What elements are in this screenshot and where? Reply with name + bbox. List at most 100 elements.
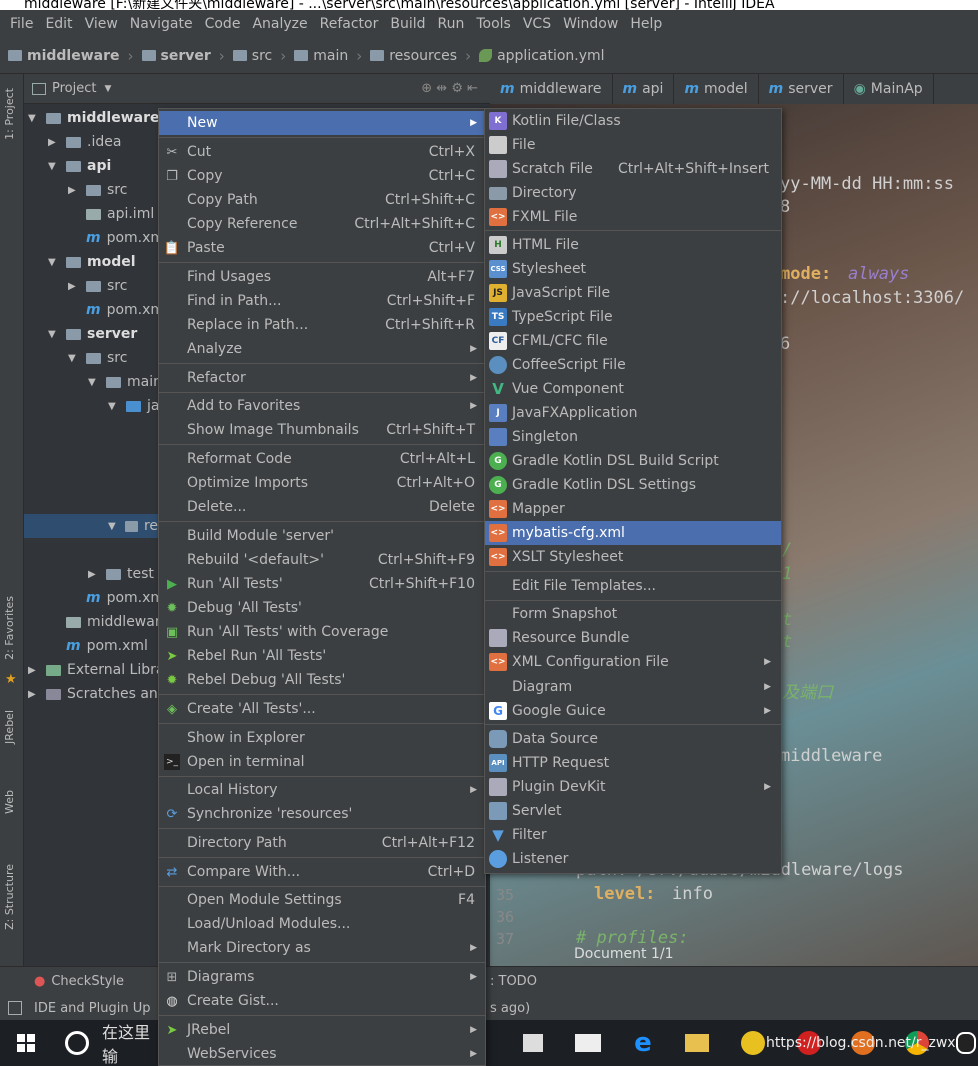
new-cfml-file[interactable]: CF CFML/CFC file: [485, 329, 781, 353]
menu-item-analyze[interactable]: Analyze ▶: [159, 337, 485, 361]
project-title[interactable]: Project: [52, 81, 96, 96]
breadcrumb-middleware[interactable]: middleware: [8, 48, 120, 64]
menu-item-optimize-imports[interactable]: Optimize Imports Ctrl+Alt+O: [159, 471, 485, 495]
status-toggle-icon[interactable]: [8, 1001, 22, 1015]
menu-item-diagrams[interactable]: ⊞ Diagrams ▶: [159, 965, 485, 989]
menu-item-run-all-tests[interactable]: ▶ Run 'All Tests' Ctrl+Shift+F10: [159, 572, 485, 596]
new-http-request[interactable]: API HTTP Request: [485, 751, 781, 775]
menu-item-create-all-tests[interactable]: ◈ Create 'All Tests'...: [159, 697, 485, 721]
menu-item-show-image-thumbnails[interactable]: Show Image Thumbnails Ctrl+Shift+T: [159, 418, 485, 442]
cortana-icon[interactable]: [62, 1020, 92, 1066]
new-fxml-file[interactable]: <> FXML File: [485, 205, 781, 229]
menu-item-jrebel[interactable]: ➤ JRebel ▶: [159, 1018, 485, 1042]
tree-node-selected[interactable]: ▼ re: [24, 514, 158, 538]
edge-icon[interactable]: e: [626, 1020, 660, 1066]
new-listener[interactable]: Listener: [485, 847, 781, 871]
tree-node[interactable]: ▼ main: [88, 370, 162, 394]
menu-item-local-history[interactable]: Local History ▶: [159, 778, 485, 802]
menu-item-copy[interactable]: ❐ Copy Ctrl+C: [159, 164, 485, 188]
tree-node[interactable]: m pom.xml: [82, 226, 168, 250]
menu-item-copy-path[interactable]: Copy Path Ctrl+Shift+C: [159, 188, 485, 212]
breadcrumb-src[interactable]: src: [232, 48, 272, 64]
breadcrumb-main[interactable]: main: [294, 48, 348, 64]
menu-edit[interactable]: Edit: [39, 16, 78, 32]
new-data-source[interactable]: Data Source: [485, 727, 781, 751]
tab-favorites-tool[interactable]: 2: Favorites: [3, 596, 16, 660]
menu-item-synchronize[interactable]: ⟳ Synchronize 'resources': [159, 802, 485, 826]
tree-node[interactable]: ▶ Scratches and: [28, 682, 167, 706]
tree-node[interactable]: ▼ middleware: [28, 106, 160, 130]
new-gradle-kotlin-settings[interactable]: G Gradle Kotlin DSL Settings: [485, 473, 781, 497]
tree-node[interactable]: ▶ src: [68, 274, 127, 298]
menu-help[interactable]: Help: [624, 16, 668, 32]
tab-jrebel-tool[interactable]: JRebel: [3, 710, 16, 744]
menu-item-cut[interactable]: ✂ Cut Ctrl+X: [159, 140, 485, 164]
menu-item-open-module-settings[interactable]: Open Module Settings F4: [159, 888, 485, 912]
tree-node[interactable]: ▼ api: [48, 154, 111, 178]
tree-node[interactable]: ▼ src: [68, 346, 127, 370]
tree-node[interactable]: ▶ test: [88, 562, 154, 586]
menu-item-paste[interactable]: 📋 Paste Ctrl+V: [159, 236, 485, 260]
breadcrumb-application-yml[interactable]: application.yml: [479, 48, 605, 64]
tree-node[interactable]: m pom.xml: [62, 634, 148, 658]
tree-node[interactable]: m pom.xml: [82, 298, 168, 322]
new-vue-component[interactable]: V Vue Component: [485, 377, 781, 401]
taskbar-search-text[interactable]: 在这里输: [102, 1020, 160, 1066]
app-icon[interactable]: [736, 1020, 770, 1066]
menu-item-build-module[interactable]: Build Module 'server': [159, 524, 485, 548]
tab-web-tool[interactable]: Web: [3, 790, 16, 814]
menu-item-create-gist[interactable]: ◍ Create Gist...: [159, 989, 485, 1013]
editor-tab[interactable]: m api: [613, 74, 675, 104]
new-html-file[interactable]: H HTML File: [485, 233, 781, 257]
new-form-snapshot[interactable]: Form Snapshot: [485, 602, 781, 626]
new-javascript-file[interactable]: JS JavaScript File: [485, 281, 781, 305]
menu-item-compare-with[interactable]: ⇄ Compare With... Ctrl+D: [159, 860, 485, 884]
menu-item-run-with-coverage[interactable]: ▣ Run 'All Tests' with Coverage: [159, 620, 485, 644]
new-filter[interactable]: ▼ Filter: [485, 823, 781, 847]
tree-node[interactable]: ▼ model: [48, 250, 136, 274]
breadcrumb-resources[interactable]: resources: [370, 48, 457, 64]
menu-item-rebuild[interactable]: Rebuild '<default>' Ctrl+Shift+F9: [159, 548, 485, 572]
menu-item-debug-all-tests[interactable]: ✹ Debug 'All Tests': [159, 596, 485, 620]
new-diagram[interactable]: Diagram ▶: [485, 675, 781, 699]
menu-item-new[interactable]: New ▶: [159, 111, 485, 135]
new-javafx-application[interactable]: J JavaFXApplication: [485, 401, 781, 425]
menu-item-webservices[interactable]: WebServices ▶: [159, 1042, 485, 1065]
editor-tab[interactable]: ◉ MainAp: [844, 74, 934, 104]
new-plugin-devkit[interactable]: Plugin DevKit ▶: [485, 775, 781, 799]
tab-structure-tool[interactable]: Z: Structure: [3, 864, 16, 930]
tree-node[interactable]: middleware: [62, 610, 169, 634]
menu-item-mark-directory-as[interactable]: Mark Directory as ▶: [159, 936, 485, 960]
menu-item-add-to-favorites[interactable]: Add to Favorites ▶: [159, 394, 485, 418]
tree-node[interactable]: ▼ ja: [108, 394, 159, 418]
menu-item-open-in-terminal[interactable]: >_ Open in terminal: [159, 750, 485, 774]
checkstyle-tab[interactable]: CheckStyle: [51, 974, 124, 989]
new-coffeescript-file[interactable]: CoffeeScript File: [485, 353, 781, 377]
new-kotlin-file[interactable]: K Kotlin File/Class: [485, 109, 781, 133]
new-stylesheet[interactable]: CSS Stylesheet: [485, 257, 781, 281]
menu-item-reformat-code[interactable]: Reformat Code Ctrl+Alt+L: [159, 447, 485, 471]
menu-code[interactable]: Code: [199, 16, 247, 32]
new-scratch-file[interactable]: Scratch File Ctrl+Alt+Shift+Insert: [485, 157, 781, 181]
tree-node[interactable]: ▶ src: [68, 178, 127, 202]
menu-item-load-unload-modules[interactable]: Load/Unload Modules...: [159, 912, 485, 936]
editor-tab[interactable]: m middleware: [490, 74, 613, 104]
menu-run[interactable]: Run: [432, 16, 471, 32]
tree-node[interactable]: api.iml: [82, 202, 154, 226]
menu-build[interactable]: Build: [384, 16, 431, 32]
tree-node[interactable]: ▶ External Libra: [28, 658, 164, 682]
new-singleton[interactable]: Singleton: [485, 425, 781, 449]
menu-analyze[interactable]: Analyze: [246, 16, 313, 32]
panel-tools-icon[interactable]: ⊕ ⇹ ⚙ ⇤: [421, 81, 478, 96]
breadcrumb-server[interactable]: server: [141, 48, 211, 64]
new-gradle-kotlin-build-script[interactable]: G Gradle Kotlin DSL Build Script: [485, 449, 781, 473]
menu-item-directory-path[interactable]: Directory Path Ctrl+Alt+F12: [159, 831, 485, 855]
store-icon[interactable]: [516, 1020, 550, 1066]
windows-start-icon[interactable]: [0, 1020, 52, 1066]
menu-vcs[interactable]: VCS: [517, 16, 557, 32]
new-directory[interactable]: Directory: [485, 181, 781, 205]
tree-node[interactable]: ▼ server: [48, 322, 137, 346]
menu-item-find-in-path[interactable]: Find in Path... Ctrl+Shift+F: [159, 289, 485, 313]
menu-item-replace-in-path[interactable]: Replace in Path... Ctrl+Shift+R: [159, 313, 485, 337]
new-servlet[interactable]: Servlet: [485, 799, 781, 823]
